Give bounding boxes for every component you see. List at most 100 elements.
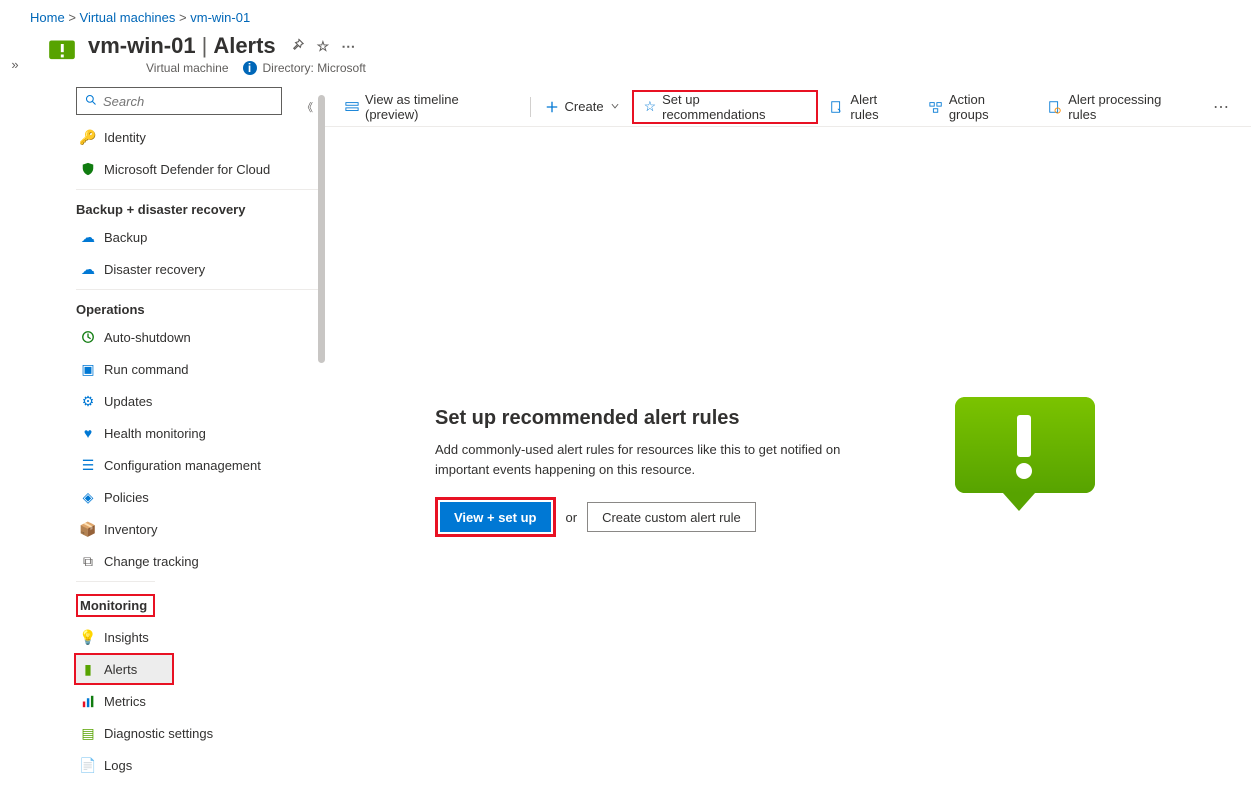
sidebar-item-updates[interactable]: ⚙ Updates: [76, 385, 306, 417]
sidebar-item-config[interactable]: ☰ Configuration management: [76, 449, 306, 481]
main-content: View as timeline (preview) Create: [325, 87, 1251, 781]
list-icon: ☰: [78, 457, 98, 474]
page-title-section: Alerts: [213, 33, 275, 59]
sidebar-item-autoshutdown[interactable]: Auto-shutdown: [76, 321, 306, 353]
sidebar-item-label: Insights: [104, 630, 149, 645]
sidebar-item-label: Change tracking: [104, 554, 199, 569]
key-icon: 🔑: [78, 129, 98, 146]
sidebar-item-label: Auto-shutdown: [104, 330, 191, 345]
pin-icon[interactable]: [290, 37, 305, 56]
gear-icon: ⚙: [78, 393, 98, 410]
logs-icon: 📄: [78, 757, 98, 774]
policy-icon: ◈: [78, 489, 98, 506]
toolbar-processing-rules[interactable]: Alert processing rules: [1038, 92, 1203, 122]
toolbar-setup-recommendations[interactable]: ☆ Set up recommendations: [634, 92, 817, 122]
sidebar-item-label: Inventory: [104, 522, 157, 537]
breadcrumb-current[interactable]: vm-win-01: [190, 10, 250, 25]
sidebar-group-operations: Operations: [76, 289, 325, 321]
toolbar-label: Action groups: [949, 92, 1028, 122]
alert-bubble-icon: [955, 397, 1095, 507]
page-title-resource: vm-win-01: [88, 33, 196, 59]
view-set-up-button[interactable]: View + set up: [440, 502, 551, 532]
empty-state-title: Set up recommended alert rules: [435, 407, 865, 430]
search-input[interactable]: [103, 94, 273, 109]
heart-icon: ♥: [78, 425, 98, 441]
box-icon: 📦: [78, 521, 98, 538]
rules-icon: [830, 100, 844, 114]
create-custom-alert-button[interactable]: Create custom alert rule: [587, 502, 756, 532]
backup-icon: ☁: [78, 229, 98, 246]
directory-value: Microsoft: [317, 61, 366, 75]
breadcrumb-home[interactable]: Home: [30, 10, 65, 25]
toolbar-label: Alert rules: [850, 92, 908, 122]
sidebar-item-label: Run command: [104, 362, 189, 377]
info-icon[interactable]: i: [243, 61, 257, 75]
expand-nav-chevrons[interactable]: »: [0, 27, 30, 781]
resource-type-subtitle: Virtual machine: [146, 61, 229, 75]
sidebar-item-label: Alerts: [104, 662, 137, 677]
sidebar-item-defender[interactable]: Microsoft Defender for Cloud: [76, 153, 306, 185]
favorite-star-icon[interactable]: ☆: [317, 38, 330, 55]
sidebar-item-changetracking[interactable]: ⧉ Change tracking: [76, 545, 306, 577]
checklist-icon: ▤: [78, 725, 98, 742]
sidebar-item-health[interactable]: ♥ Health monitoring: [76, 417, 306, 449]
sidebar-item-label: Identity: [104, 130, 146, 145]
toolbar-more[interactable]: ⋯: [1203, 97, 1241, 117]
sidebar-item-inventory[interactable]: 📦 Inventory: [76, 513, 306, 545]
search-icon: [85, 94, 97, 109]
sidebar-item-insights[interactable]: 💡 Insights: [76, 621, 306, 653]
sidebar-item-metrics[interactable]: Metrics: [76, 685, 306, 717]
sidebar-item-label: Microsoft Defender for Cloud: [104, 162, 270, 177]
processing-icon: [1048, 100, 1062, 114]
toolbar-action-groups[interactable]: Action groups: [919, 92, 1038, 122]
clock-icon: [78, 330, 98, 344]
toolbar-alert-rules[interactable]: Alert rules: [820, 92, 918, 122]
toolbar-label: View as timeline (preview): [365, 92, 516, 122]
sidebar-item-label: Policies: [104, 490, 149, 505]
sidebar-item-alerts[interactable]: ▮ Alerts: [76, 655, 172, 683]
toolbar-label: Set up recommendations: [662, 92, 806, 122]
plus-icon: [545, 100, 559, 114]
breadcrumb: Home > Virtual machines > vm-win-01: [0, 0, 1251, 27]
empty-state-desc: Add commonly-used alert rules for resour…: [435, 440, 865, 479]
sidebar-item-runcommand[interactable]: ▣ Run command: [76, 353, 306, 385]
sidebar-item-label: Logs: [104, 758, 132, 773]
sidebar-item-policies[interactable]: ◈ Policies: [76, 481, 306, 513]
bar-chart-icon: [78, 695, 98, 708]
sidebar: 《 🔑 Identity Microsoft Defender f: [30, 87, 325, 781]
disaster-icon: ☁: [78, 261, 98, 278]
sidebar-item-disaster[interactable]: ☁ Disaster recovery: [76, 253, 306, 285]
sidebar-item-logs[interactable]: 📄 Logs: [76, 749, 306, 781]
track-icon: ⧉: [78, 553, 98, 570]
sidebar-scrollbar[interactable]: [318, 95, 325, 363]
toolbar-label: Alert processing rules: [1068, 92, 1193, 122]
alerts-page-icon: [48, 37, 76, 65]
collapse-sidebar-icon[interactable]: 《: [302, 99, 311, 115]
sidebar-search[interactable]: [76, 87, 282, 115]
sidebar-group-monitoring: Monitoring: [76, 581, 155, 621]
sidebar-item-label: Updates: [104, 394, 152, 409]
terminal-icon: ▣: [78, 361, 98, 378]
lightbulb-icon: 💡: [78, 629, 98, 646]
breadcrumb-vms[interactable]: Virtual machines: [80, 10, 176, 25]
toolbar-create[interactable]: Create: [535, 92, 630, 122]
sidebar-item-label: Configuration management: [104, 458, 261, 473]
sidebar-item-label: Health monitoring: [104, 426, 206, 441]
toolbar-view-timeline[interactable]: View as timeline (preview): [335, 92, 526, 122]
toolbar-separator: [530, 97, 531, 117]
monitoring-highlight: Monitoring: [76, 594, 155, 617]
sidebar-item-label: Metrics: [104, 694, 146, 709]
sidebar-item-identity[interactable]: 🔑 Identity: [76, 121, 306, 153]
more-icon[interactable]: ⋯: [341, 38, 355, 55]
sidebar-item-diag[interactable]: ▤ Diagnostic settings: [76, 717, 306, 749]
toolbar-label: Create: [565, 99, 604, 114]
sidebar-item-label: Disaster recovery: [104, 262, 205, 277]
sidebar-item-label: Backup: [104, 230, 147, 245]
sidebar-item-backup[interactable]: ☁ Backup: [76, 221, 306, 253]
sidebar-item-label: Diagnostic settings: [104, 726, 213, 741]
chevron-down-icon: [610, 99, 620, 114]
shield-icon: [78, 162, 98, 176]
star-icon: ☆: [644, 98, 657, 115]
page-header: vm-win-01 | Alerts ☆ ⋯ Virtual machine i…: [30, 27, 1251, 81]
directory-label: Directory:: [263, 61, 314, 75]
